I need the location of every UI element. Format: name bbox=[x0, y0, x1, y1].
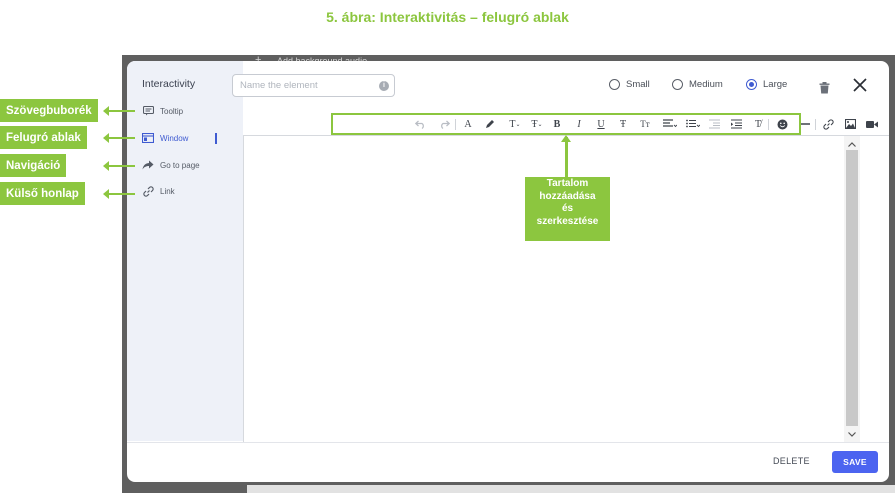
size-option-small[interactable]: Small bbox=[609, 79, 650, 90]
element-name-input[interactable] bbox=[232, 74, 395, 97]
page-strip bbox=[247, 485, 895, 493]
save-button[interactable]: SAVE bbox=[832, 451, 878, 473]
chevron-up-icon[interactable] bbox=[844, 138, 860, 150]
interactivity-sidebar: Interactivity Tooltip Window Go to page bbox=[127, 61, 243, 441]
callout-line: hozzáadása bbox=[539, 190, 596, 202]
arrow-navigation bbox=[103, 161, 135, 171]
sidebar-item-label: Window bbox=[160, 133, 189, 143]
sidebar-item-go-to-page[interactable]: Go to page bbox=[142, 158, 200, 172]
info-icon[interactable]: i bbox=[379, 81, 389, 91]
arrow-tooltip bbox=[103, 106, 135, 116]
sidebar-item-link[interactable]: Link bbox=[142, 184, 175, 198]
size-label-large: Large bbox=[763, 79, 788, 90]
arrow-external bbox=[103, 189, 135, 199]
content-callout: Tartalom hozzáadása és szerkesztése bbox=[525, 177, 610, 241]
sidebar-title: Interactivity bbox=[142, 78, 196, 90]
chevron-down-icon[interactable] bbox=[844, 428, 860, 440]
tooltip-icon bbox=[142, 105, 154, 117]
label-navigation: Navigáció bbox=[0, 154, 67, 177]
figure-caption: 5. ábra: Interaktivitás – felugró ablak bbox=[326, 9, 569, 25]
toolbar-divider bbox=[815, 119, 816, 130]
callout-line: szerkesztése bbox=[536, 215, 599, 227]
content-arrow bbox=[561, 135, 571, 177]
sidebar-item-label: Go to page bbox=[160, 160, 200, 170]
window-icon bbox=[142, 132, 154, 144]
toolbar-highlight-box bbox=[331, 113, 801, 135]
radio-small[interactable] bbox=[609, 79, 620, 90]
sidebar-item-tooltip[interactable]: Tooltip bbox=[142, 104, 183, 118]
scrollbar-thumb[interactable] bbox=[846, 150, 858, 426]
insert-link-icon[interactable] bbox=[821, 117, 835, 131]
active-indicator bbox=[215, 133, 217, 144]
size-label-small: Small bbox=[626, 79, 650, 90]
editor-scrollbar[interactable] bbox=[844, 136, 860, 442]
delete-button[interactable]: DELETE bbox=[773, 456, 810, 466]
label-window: Felugró ablak bbox=[0, 126, 87, 149]
image-icon[interactable] bbox=[843, 117, 857, 131]
label-tooltip: Szövegbuborék bbox=[0, 99, 98, 122]
video-icon[interactable] bbox=[865, 117, 879, 131]
trash-icon[interactable] bbox=[819, 81, 830, 99]
share-arrow-icon bbox=[142, 159, 154, 171]
table-icon[interactable] bbox=[888, 117, 889, 131]
radio-medium[interactable] bbox=[672, 79, 683, 90]
close-icon[interactable] bbox=[853, 78, 867, 97]
sidebar-item-window[interactable]: Window bbox=[142, 131, 188, 145]
size-label-medium: Medium bbox=[689, 79, 723, 90]
size-option-medium[interactable]: Medium bbox=[672, 79, 723, 90]
arrow-window bbox=[103, 133, 135, 143]
callout-line: és bbox=[561, 203, 574, 214]
label-external: Külső honlap bbox=[0, 182, 85, 205]
radio-large[interactable] bbox=[746, 79, 757, 90]
footer-divider bbox=[127, 442, 889, 443]
size-option-large[interactable]: Large bbox=[746, 79, 787, 90]
link-icon bbox=[142, 185, 154, 197]
sidebar-item-label: Link bbox=[160, 186, 175, 196]
sidebar-item-label: Tooltip bbox=[160, 106, 184, 116]
callout-line: Tartalom bbox=[546, 178, 589, 189]
